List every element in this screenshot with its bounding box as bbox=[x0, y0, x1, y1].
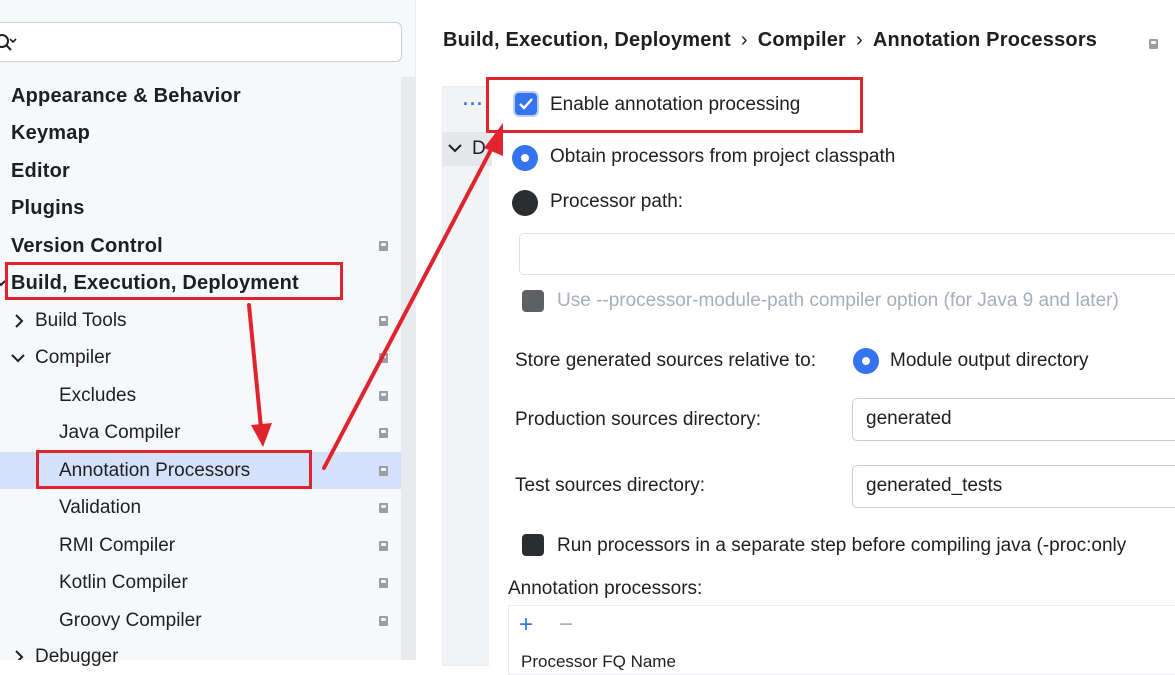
profiles-panel bbox=[442, 86, 489, 666]
sidebar-item-editor[interactable]: Editor bbox=[11, 159, 70, 183]
annotation-highlight-box bbox=[486, 77, 863, 133]
profile-label: D bbox=[472, 138, 486, 159]
sidebar-item-validation[interactable]: Validation bbox=[59, 496, 141, 520]
processor-path-radio[interactable] bbox=[512, 190, 538, 216]
sidebar-item-appearance-behavior[interactable]: Appearance & Behavior bbox=[11, 84, 241, 108]
production-sources-input[interactable]: generated bbox=[852, 398, 1175, 441]
pane-divider[interactable] bbox=[415, 0, 416, 660]
chevron-right-icon[interactable] bbox=[13, 314, 25, 328]
chevron-down-icon[interactable] bbox=[11, 352, 25, 364]
sidebar-item-plugins[interactable]: Plugins bbox=[11, 196, 85, 220]
sidebar-item-version-control[interactable]: Version Control bbox=[11, 234, 163, 258]
processor-module-path-checkbox[interactable] bbox=[522, 290, 544, 312]
annotation-highlight-box bbox=[36, 450, 312, 489]
project-scope-icon bbox=[379, 503, 388, 513]
more-options-icon[interactable]: ··· bbox=[463, 94, 484, 115]
search-icon bbox=[0, 34, 17, 51]
module-output-directory-radio[interactable] bbox=[853, 348, 879, 374]
sidebar-item-java-compiler[interactable]: Java Compiler bbox=[59, 421, 180, 445]
separate-step-checkbox[interactable] bbox=[522, 534, 544, 556]
obtain-from-classpath-label[interactable]: Obtain processors from project classpath bbox=[550, 146, 895, 168]
module-output-directory-label[interactable]: Module output directory bbox=[890, 350, 1089, 372]
breadcrumb-item[interactable]: Compiler bbox=[758, 29, 846, 51]
sidebar-item-excludes[interactable]: Excludes bbox=[59, 384, 136, 408]
production-sources-label: Production sources directory: bbox=[515, 409, 762, 430]
tree-scrollbar[interactable] bbox=[401, 77, 415, 660]
table-header-processor-fq-name: Processor FQ Name bbox=[521, 652, 676, 671]
sidebar-item-kotlin-compiler[interactable]: Kotlin Compiler bbox=[59, 571, 188, 595]
add-processor-button[interactable]: + bbox=[519, 612, 533, 638]
obtain-from-classpath-radio[interactable] bbox=[512, 145, 538, 171]
project-scope-icon bbox=[379, 578, 388, 588]
project-scope-icon bbox=[379, 616, 388, 626]
processor-path-input[interactable] bbox=[519, 233, 1175, 275]
settings-search-input[interactable] bbox=[0, 22, 402, 62]
annotation-processors-label: Annotation processors: bbox=[508, 578, 703, 599]
sidebar-item-compiler[interactable]: Compiler bbox=[35, 346, 111, 370]
remove-processor-button[interactable]: − bbox=[559, 612, 573, 638]
test-sources-input[interactable]: generated_tests bbox=[852, 465, 1175, 508]
annotation-highlight-box bbox=[5, 262, 343, 300]
test-sources-label: Test sources directory: bbox=[515, 475, 706, 496]
sidebar-item-keymap[interactable]: Keymap bbox=[11, 121, 90, 145]
project-scope-icon bbox=[379, 241, 388, 251]
project-scope-icon bbox=[379, 353, 388, 363]
chevron-right-icon[interactable] bbox=[13, 650, 25, 660]
breadcrumb-item[interactable]: Build, Execution, Deployment bbox=[443, 29, 731, 51]
sidebar-item-debugger[interactable]: Debugger bbox=[35, 645, 118, 669]
project-scope-icon bbox=[379, 541, 388, 551]
project-scope-icon bbox=[379, 466, 388, 476]
breadcrumb-separator: › bbox=[856, 29, 863, 51]
separate-step-label[interactable]: Run processors in a separate step before… bbox=[557, 535, 1126, 557]
project-scope-icon bbox=[379, 316, 388, 326]
sidebar-item-rmi-compiler[interactable]: RMI Compiler bbox=[59, 534, 175, 558]
breadcrumb-separator: › bbox=[740, 29, 748, 51]
store-generated-relative-label: Store generated sources relative to: bbox=[515, 350, 817, 371]
project-scope-icon bbox=[379, 428, 388, 438]
breadcrumb-item-current: Annotation Processors bbox=[872, 29, 1098, 51]
chevron-down-icon[interactable] bbox=[448, 142, 462, 154]
processor-path-label[interactable]: Processor path: bbox=[550, 191, 683, 213]
project-scope-icon bbox=[1149, 39, 1158, 49]
sidebar-item-groovy-compiler[interactable]: Groovy Compiler bbox=[59, 609, 202, 633]
sidebar-item-build-tools[interactable]: Build Tools bbox=[35, 309, 127, 333]
processor-module-path-label: Use --processor-module-path compiler opt… bbox=[557, 290, 1119, 311]
breadcrumb: Build, Execution, Deployment › Compiler › An… bbox=[443, 29, 1097, 52]
project-scope-icon bbox=[379, 391, 388, 401]
